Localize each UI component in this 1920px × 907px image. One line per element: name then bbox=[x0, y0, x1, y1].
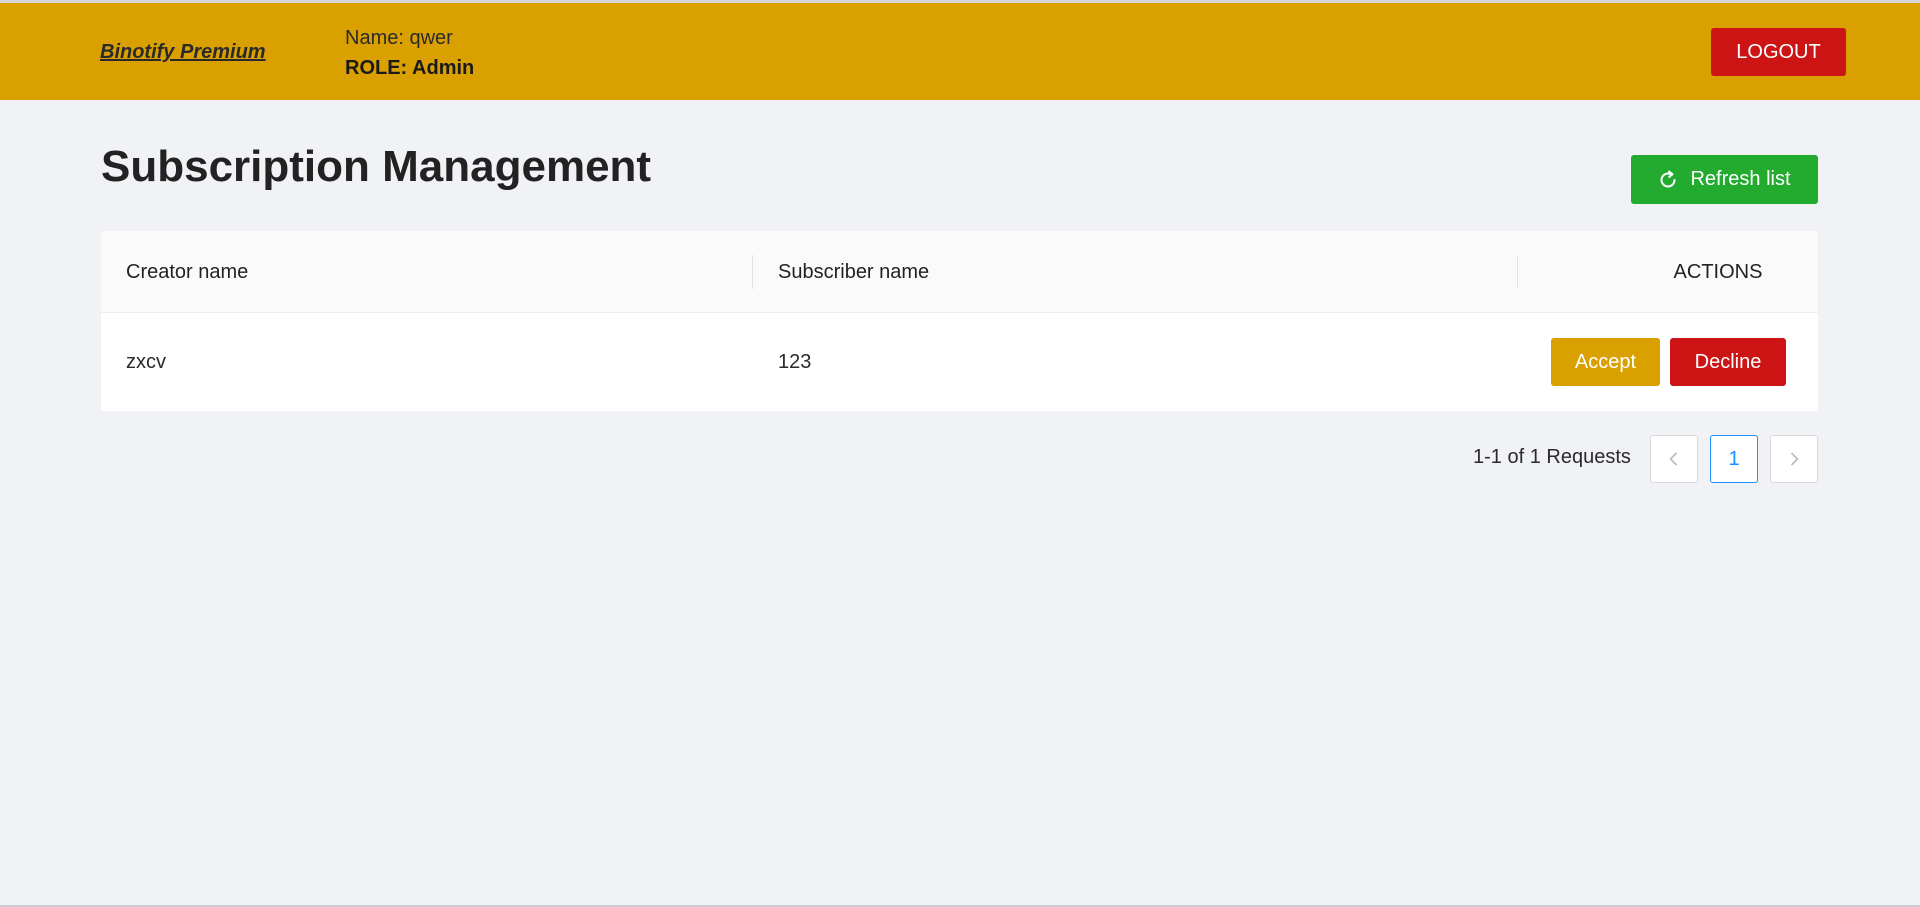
subscription-table: Creator name Subscriber name ACTIONS zxc… bbox=[101, 231, 1818, 411]
pagination-summary: 1-1 of 1 Requests bbox=[1473, 446, 1631, 468]
chevron-left-icon bbox=[1669, 452, 1678, 466]
decline-button[interactable]: Decline bbox=[1670, 338, 1786, 386]
table-row: zxcv 123 Accept Decline bbox=[101, 313, 1818, 411]
refresh-list-label: Refresh list bbox=[1690, 168, 1791, 190]
cell-subscriber: 123 bbox=[778, 351, 812, 373]
column-header-actions: ACTIONS bbox=[1673, 261, 1763, 283]
user-role: ROLE: Admin bbox=[345, 57, 475, 79]
next-page-button[interactable] bbox=[1770, 435, 1818, 483]
logout-button[interactable]: LOGOUT bbox=[1711, 28, 1846, 76]
prev-page-button[interactable] bbox=[1650, 435, 1698, 483]
cell-creator: zxcv bbox=[126, 351, 166, 373]
column-header-subscriber: Subscriber name bbox=[778, 261, 930, 283]
app-header: Binotify Premium Name: qwer ROLE: Admin … bbox=[0, 3, 1920, 100]
table-header: Creator name Subscriber name ACTIONS bbox=[101, 231, 1818, 313]
column-header-creator: Creator name bbox=[126, 261, 249, 283]
refresh-icon bbox=[1658, 170, 1678, 190]
chevron-right-icon bbox=[1790, 452, 1799, 466]
brand-link[interactable]: Binotify Premium bbox=[100, 41, 266, 64]
user-name: Name: qwer bbox=[345, 27, 453, 49]
column-divider bbox=[752, 255, 753, 289]
accept-button[interactable]: Accept bbox=[1551, 338, 1660, 386]
page-button-1[interactable]: 1 bbox=[1710, 435, 1758, 483]
refresh-list-button[interactable]: Refresh list bbox=[1631, 155, 1818, 204]
column-divider bbox=[1517, 255, 1518, 289]
page-title: Subscription Management bbox=[101, 142, 652, 191]
